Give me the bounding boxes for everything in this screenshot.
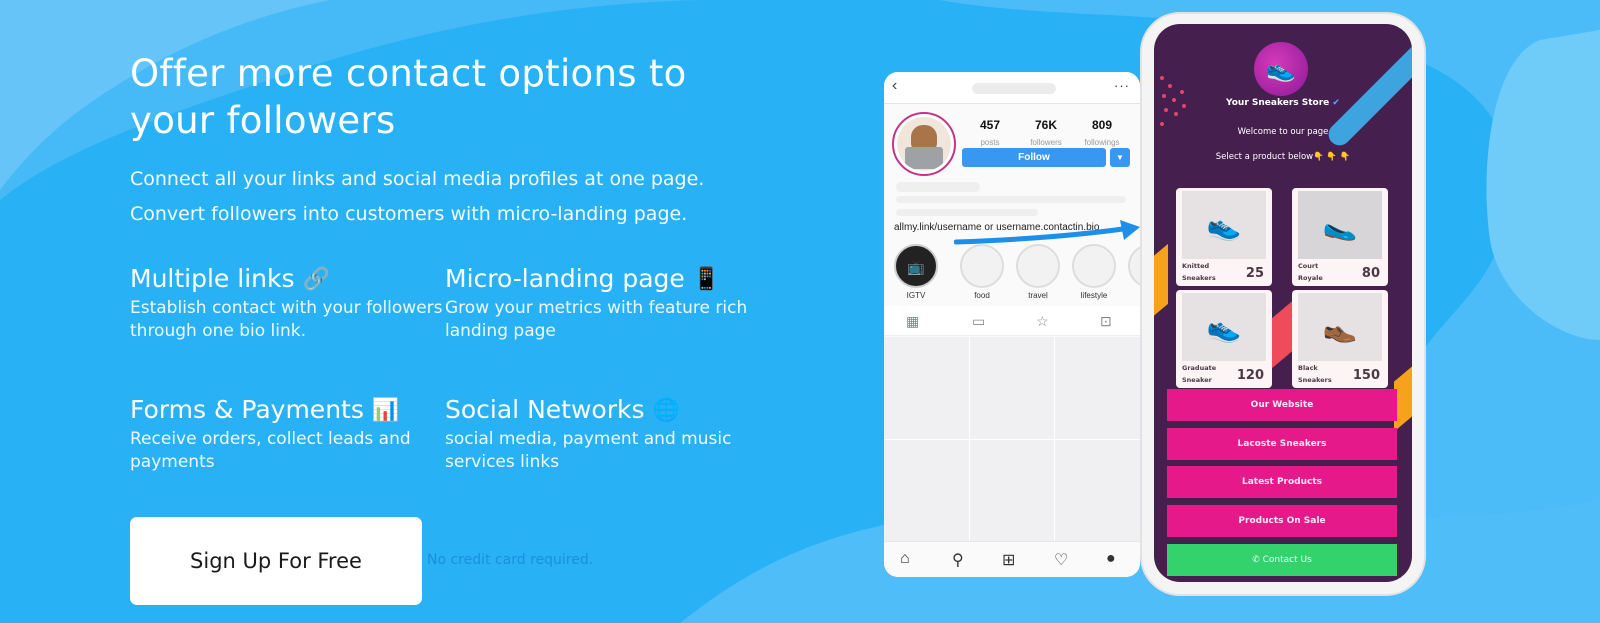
grid-tab-icon[interactable]: ▦ — [906, 313, 919, 330]
stat-followers: 76K followers — [1030, 118, 1062, 147]
highlight-food[interactable]: food — [958, 244, 1006, 300]
our-website-button[interactable]: Our Website — [1167, 389, 1397, 421]
paperclip-icon: 🔗 — [302, 267, 330, 292]
feature-title: Multiple links 🔗 — [130, 264, 330, 293]
profile-icon[interactable]: ● — [1106, 550, 1116, 568]
bottom-nav: ⌂ ⚲ ⊞ ♡ ● — [884, 541, 1140, 577]
hero-subtitle-1: Connect all your links and social media … — [130, 168, 705, 190]
white-sneaker-image: 👟 — [1182, 293, 1266, 361]
product-card[interactable]: 👟 Knitted Sneakers 25 — [1176, 188, 1272, 286]
black-sneaker-image: 👟 — [1182, 191, 1266, 259]
sneaker-store-mockup: 👟 Your Sneakers Store ✔ Welcome to our p… — [1154, 24, 1412, 582]
no-credit-card-note: No credit card required. — [427, 552, 594, 568]
stat-posts: 457 posts — [979, 118, 1001, 147]
saved-star-tab-icon[interactable]: ☆ — [1036, 313, 1049, 330]
tagged-tab-icon[interactable]: ⊡ — [1100, 313, 1112, 330]
profile-tabs: ▦ ▭ ☆ ⊡ — [884, 306, 1140, 336]
feature-description: social media, payment and music services… — [445, 429, 732, 472]
product-card[interactable]: 👟 Graduate Sneaker 120 — [1176, 290, 1272, 388]
latest-products-button[interactable]: Latest Products — [1167, 466, 1397, 498]
product-card[interactable]: 🥿 Court Royale 80 — [1292, 188, 1388, 286]
feature-title: Micro-landing page 📱 — [445, 264, 721, 293]
products-on-sale-button[interactable]: Products On Sale — [1167, 505, 1397, 537]
back-chevron-icon: ‹ — [892, 77, 898, 94]
home-icon[interactable]: ⌂ — [900, 550, 910, 568]
lacoste-sneakers-button[interactable]: Lacoste Sneakers — [1167, 428, 1397, 460]
avatar-emoji-image — [897, 117, 951, 171]
add-post-icon[interactable]: ⊞ — [1002, 550, 1015, 570]
mobile-phone-icon: 📱 — [692, 267, 721, 292]
feature-micro-landing-page: Micro-landing page 📱 Grow your metrics w… — [445, 264, 765, 343]
store-logo-sneaker-icon: 👟 — [1254, 42, 1308, 96]
contact-us-button[interactable]: ✆ Contact Us — [1167, 544, 1397, 576]
avatar — [892, 112, 956, 176]
highlight-lifestyle[interactable]: lifestyle — [1070, 244, 1118, 300]
highlight-igtv[interactable]: 📺 IGTV — [892, 244, 940, 300]
verified-badge-icon: ✔ — [1332, 98, 1340, 108]
store-name: Your Sneakers Store ✔ — [1226, 98, 1340, 108]
store-select-prompt: Select a product below👇 👇 👇 — [1215, 152, 1351, 162]
feature-multiple-links: Multiple links 🔗 Establish contact with … — [130, 264, 450, 343]
feature-description: Receive orders, collect leads and paymen… — [130, 429, 411, 472]
globe-icon: 🌐 — [652, 398, 680, 423]
search-icon[interactable]: ⚲ — [952, 550, 964, 570]
feature-social-networks: Social Networks 🌐 social media, payment … — [445, 395, 765, 474]
follow-dropdown-button[interactable]: ▼ — [1110, 148, 1130, 167]
feature-description: Establish contact with your followers th… — [130, 298, 443, 341]
sign-up-button[interactable]: Sign Up For Free — [130, 517, 422, 605]
bar-chart-icon: 📊 — [371, 398, 400, 423]
feature-description: Grow your metrics with feature rich land… — [445, 298, 748, 341]
store-welcome: Welcome to our page — [1237, 127, 1329, 137]
follow-button[interactable]: Follow — [962, 148, 1106, 167]
bio-placeholder-line — [896, 182, 980, 192]
whatsapp-icon: ✆ — [1252, 555, 1260, 565]
hero-subtitle-2: Convert followers into customers with mi… — [130, 203, 688, 225]
hero-title: Offer more contact options to your follo… — [130, 52, 687, 142]
stat-followings: 809 followings — [1084, 118, 1120, 147]
bio-placeholder-line — [896, 209, 1038, 216]
igtv-icon: 📺 — [894, 244, 938, 288]
black-sneaker-image: 👞 — [1298, 293, 1382, 361]
feed-tab-icon[interactable]: ▭ — [972, 313, 985, 330]
bio-placeholder-line — [896, 196, 1126, 203]
heart-icon[interactable]: ♡ — [1054, 550, 1068, 570]
white-sneaker-image: 🥿 — [1298, 191, 1382, 259]
more-options-icon: ··· — [1114, 78, 1130, 93]
post-grid — [884, 337, 1140, 542]
product-card[interactable]: 👞 Black Sneakers 150 — [1292, 290, 1388, 388]
username-placeholder — [972, 83, 1056, 94]
highlight-more[interactable] — [1126, 244, 1140, 288]
feature-forms-payments: Forms & Payments 📊 Receive orders, colle… — [130, 395, 450, 474]
feature-title: Forms & Payments 📊 — [130, 395, 400, 424]
instagram-profile-mockup: ‹ ··· 457 posts 76K followers 809 following… — [884, 72, 1140, 577]
ig-header: ‹ ··· — [884, 72, 1140, 104]
feature-title: Social Networks 🌐 — [445, 395, 680, 424]
highlight-travel[interactable]: travel — [1014, 244, 1062, 300]
